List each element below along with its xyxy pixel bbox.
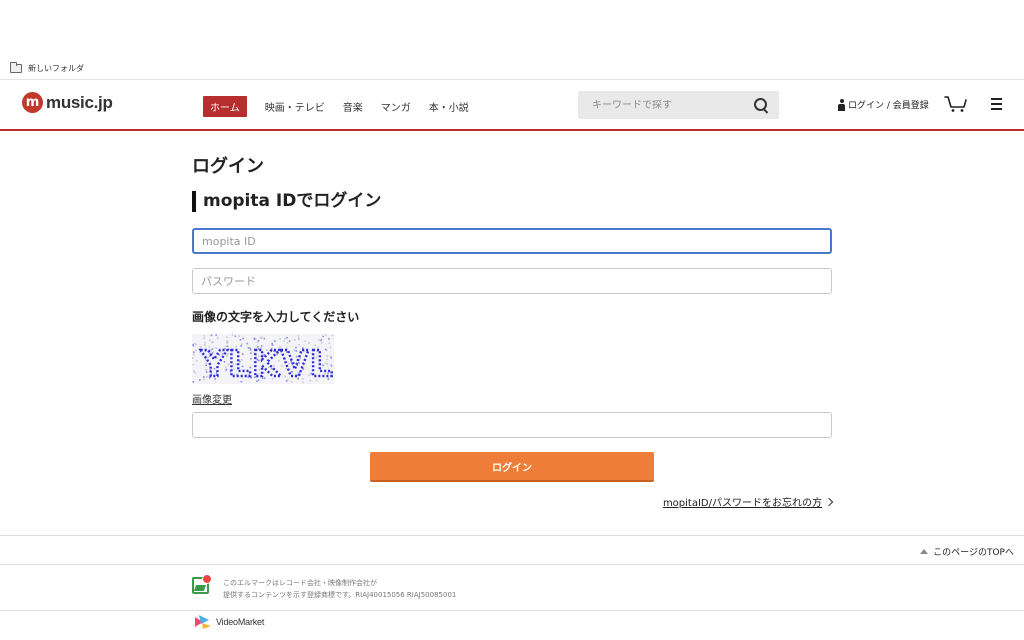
forgot-credentials: mopitaID/パスワードをお忘れの方 (192, 494, 834, 509)
password-field[interactable] (192, 268, 832, 294)
logo-mark: m (22, 92, 43, 113)
main-nav: ホーム 映画・テレビ 音楽 マンガ 本・小説 (203, 96, 487, 117)
folder-icon[interactable] (10, 61, 22, 73)
login-register-link[interactable]: ログイン / 会員登録 (838, 98, 929, 111)
videomarket-text: VideoMarket (216, 617, 265, 627)
site-header: m music.jp ホーム 映画・テレビ 音楽 マンガ 本・小説 ログイン /… (0, 79, 1024, 131)
login-button[interactable]: ログイン (370, 452, 654, 482)
l-mark-text: このエルマークはレコード会社・映像制作会社が 提供するコンテンツを示す登録商標で… (223, 577, 456, 601)
l-mark-notice: このエルマークはレコード会社・映像制作会社が 提供するコンテンツを示す登録商標で… (192, 574, 456, 601)
hamburger-menu-icon[interactable] (991, 98, 1003, 110)
nav-item-music[interactable]: 音楽 (343, 96, 363, 117)
triangle-up-icon (920, 549, 929, 554)
captcha-text: YLKVL (200, 344, 334, 384)
cart-icon[interactable] (944, 95, 968, 113)
person-icon (838, 98, 845, 111)
videomarket-logo[interactable]: VideoMarket (193, 614, 264, 630)
page-title: ログイン (192, 156, 264, 177)
page-top-link[interactable]: このページのTOPへ (920, 545, 1014, 558)
chevron-right-icon (824, 497, 834, 507)
l-mark-icon (192, 574, 212, 594)
section-title: mopita IDでログイン (192, 191, 832, 212)
nav-item-home[interactable]: ホーム (203, 96, 247, 117)
bookmarks-bar: 新しいフォルダ (0, 58, 1024, 78)
login-panel: ログイン mopita IDでログイン 画像の文字を入力してください YLKVL… (192, 152, 834, 509)
nav-item-movies-tv[interactable]: 映画・テレビ (265, 96, 325, 117)
captcha-answer-field[interactable] (192, 412, 832, 438)
login-register-label: ログイン / 会員登録 (848, 101, 929, 111)
captcha-label: 画像の文字を入力してください (192, 310, 360, 324)
l-mark-line-2: 提供するコンテンツを示す登録商標です。RIAJ40015056 RIAJ5008… (223, 591, 457, 599)
captcha-image: YLKVL (192, 334, 334, 386)
search-icon[interactable] (754, 97, 769, 113)
search-input[interactable] (592, 99, 754, 111)
bookmark-folder-label[interactable]: 新しいフォルダ (28, 63, 84, 74)
nav-item-books[interactable]: 本・小説 (429, 96, 469, 117)
l-mark-line-1: このエルマークはレコード会社・映像制作会社が (223, 579, 377, 587)
page-top-label: このページのTOPへ (933, 548, 1014, 558)
search-box (578, 91, 779, 119)
change-captcha-link[interactable]: 画像変更 (192, 391, 232, 406)
page-top-bar: このページのTOPへ (0, 535, 1024, 565)
footer-divider (0, 610, 1024, 611)
forgot-credentials-link[interactable]: mopitaID/パスワードをお忘れの方 (663, 498, 822, 509)
videomarket-mark-icon (193, 614, 213, 630)
logo-text: music.jp (46, 92, 113, 112)
music-jp-logo[interactable]: m music.jp (22, 92, 113, 113)
nav-item-manga[interactable]: マンガ (381, 96, 411, 117)
mopita-id-field[interactable] (192, 228, 832, 254)
